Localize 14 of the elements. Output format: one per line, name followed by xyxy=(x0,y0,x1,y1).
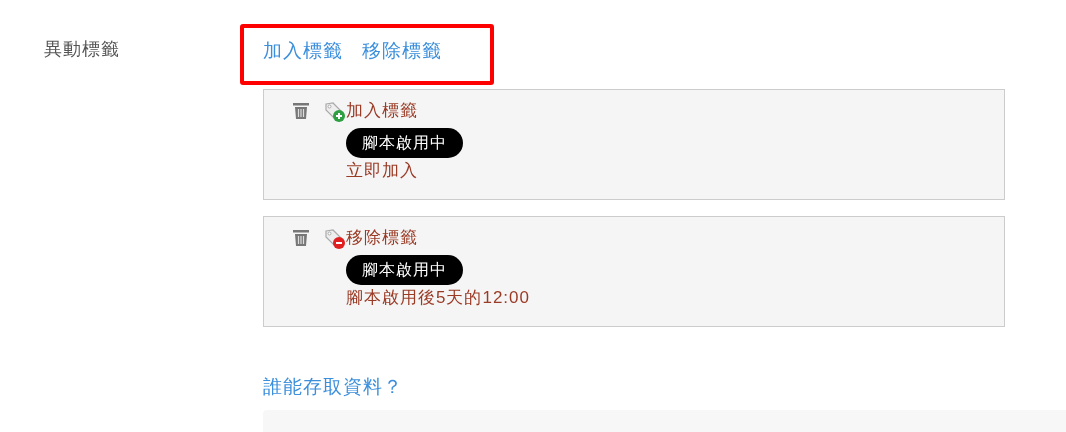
trash-icon[interactable] xyxy=(291,101,311,121)
trash-icon[interactable] xyxy=(291,228,311,248)
action-timing: 腳本啟用後5天的12:00 xyxy=(346,287,530,309)
field-label: 異動標籤 xyxy=(44,39,120,59)
tag-minus-icon xyxy=(324,228,346,250)
access-link[interactable]: 誰能存取資料？ xyxy=(263,376,403,397)
action-title: 加入標籤 xyxy=(346,100,418,122)
status-badge: 腳本啟用中 xyxy=(346,255,463,285)
tag-plus-icon xyxy=(324,101,346,123)
tag-link[interactable]: 加入標籤 xyxy=(263,36,343,66)
tag-link[interactable]: 移除標籤 xyxy=(362,36,442,66)
action-title: 移除標籤 xyxy=(346,227,418,249)
action-timing: 立即加入 xyxy=(346,160,418,182)
status-badge: 腳本啟用中 xyxy=(346,128,463,158)
